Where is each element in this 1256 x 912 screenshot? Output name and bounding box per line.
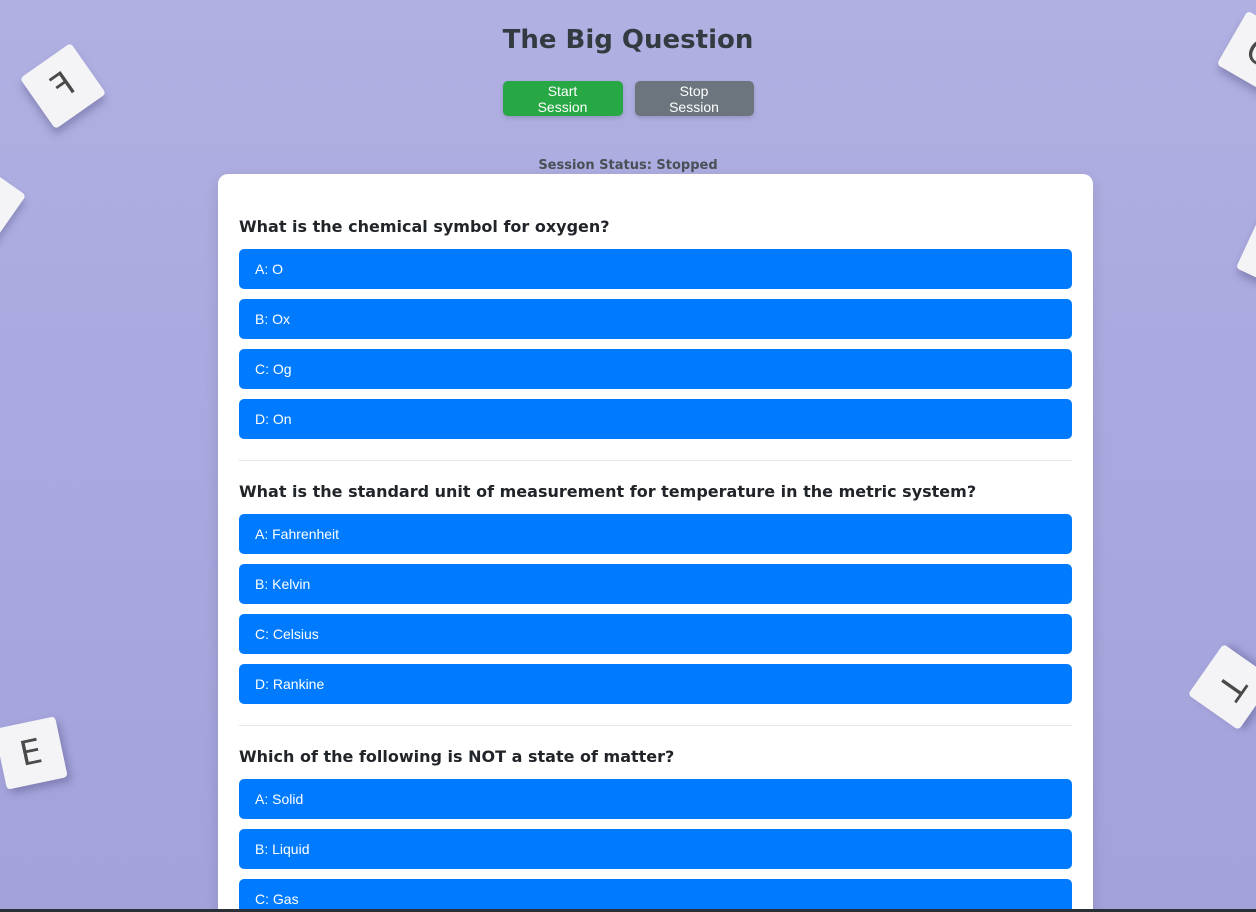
- answer-option[interactable]: B: Kelvin: [239, 564, 1072, 604]
- tile-fragment: [1235, 211, 1256, 295]
- question-block: What is the chemical symbol for oxygen? …: [239, 174, 1072, 439]
- letter-tile-e: E: [0, 716, 68, 790]
- answer-option[interactable]: C: Og: [239, 349, 1072, 389]
- answer-option[interactable]: A: O: [239, 249, 1072, 289]
- answer-option[interactable]: B: Liquid: [239, 829, 1072, 869]
- question-text: Which of the following is NOT a state of…: [239, 747, 675, 766]
- question-text: What is the standard unit of measurement…: [239, 482, 977, 501]
- answer-option[interactable]: D: Rankine: [239, 664, 1072, 704]
- page-title: The Big Question: [502, 25, 754, 55]
- answer-option[interactable]: B: Ox: [239, 299, 1072, 339]
- letter-tile-t: T: [1187, 643, 1256, 731]
- questions-card: What is the chemical symbol for oxygen? …: [218, 174, 1093, 912]
- question-block: What is the standard unit of measurement…: [239, 460, 1072, 704]
- question-block: Which of the following is NOT a state of…: [239, 725, 1072, 912]
- stop-session-button[interactable]: Stop Session: [634, 81, 754, 116]
- session-controls: Start Session Stop Session: [0, 81, 1256, 116]
- answer-option[interactable]: C: Celsius: [239, 614, 1072, 654]
- question-text: What is the chemical symbol for oxygen?: [239, 217, 610, 236]
- session-status: Session Status: Stopped: [538, 158, 718, 173]
- start-session-button[interactable]: Start Session: [502, 81, 623, 116]
- answer-option[interactable]: A: Solid: [239, 779, 1072, 819]
- answer-option[interactable]: D: On: [239, 399, 1072, 439]
- answer-option[interactable]: A: Fahrenheit: [239, 514, 1072, 554]
- letter-tile-t-letter: T: [1208, 667, 1254, 707]
- answer-option[interactable]: C: Gas: [239, 879, 1072, 912]
- letter-tile-e-letter: E: [16, 731, 46, 775]
